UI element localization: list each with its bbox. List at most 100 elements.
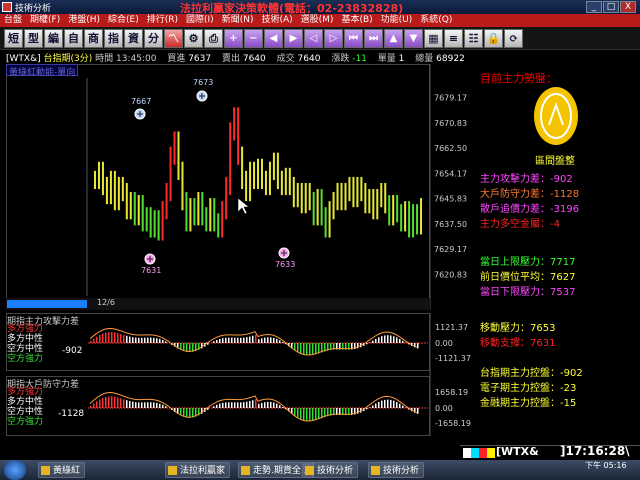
price-bar: [161, 201, 164, 241]
scroll-thumb[interactable]: [7, 300, 87, 308]
price-bar: [165, 182, 168, 220]
price-bar: [249, 161, 252, 202]
attack-power-value: -902: [62, 346, 83, 356]
legend-item: 多方強力: [7, 324, 44, 334]
price-bar: [149, 207, 152, 238]
power-row: 金融期主力控盤：-15: [480, 398, 577, 409]
price-bar: [193, 198, 196, 226]
power-row: 移動支撐：7631: [480, 338, 556, 349]
price-bar: [308, 182, 311, 211]
price-bar: [237, 107, 240, 165]
price-bar: [197, 192, 200, 226]
sub1-ytick: -1121.37: [435, 354, 471, 363]
legend-item: 多方強力: [7, 387, 44, 397]
price-bar: [117, 176, 120, 211]
legend-item: 空方中性: [7, 344, 44, 354]
mouse-cursor-icon: [237, 197, 250, 215]
price-bar: [372, 189, 375, 220]
app-icon: [371, 466, 380, 475]
taskbar-item[interactable]: 技術分析: [302, 462, 359, 478]
price-bar: [340, 182, 343, 211]
y-tick-label: 7637.50: [434, 220, 467, 229]
price-bar: [420, 198, 423, 235]
price-bar: [264, 170, 267, 196]
price-bar: [153, 210, 156, 238]
power-row: 台指期主力控盤：-902: [480, 368, 583, 379]
price-bar: [412, 204, 415, 238]
price-bar: [288, 167, 291, 196]
start-button[interactable]: [4, 460, 26, 480]
price-bar: [225, 176, 228, 220]
price-bar: [336, 182, 339, 211]
ticker-time: ]17:16:28\: [560, 444, 630, 458]
price-bar: [185, 192, 188, 232]
price-bar: [94, 170, 96, 190]
legend-item: 空方強力: [7, 417, 44, 427]
taskbar-item[interactable]: 法拉利贏家: [165, 462, 231, 478]
sub1-ytick: 0.00: [435, 339, 453, 348]
taskbar-item-label: 走勢.期貨全...: [253, 466, 310, 476]
price-bar: [205, 207, 208, 232]
extreme-label: 7673: [193, 78, 213, 87]
y-tick-label: 7662.50: [434, 144, 467, 153]
power-row: 前日價位平均：7627: [480, 272, 576, 283]
extreme-label: 7631: [141, 266, 161, 275]
price-bar: [217, 213, 220, 238]
taskbar-item[interactable]: 技術分析: [368, 462, 425, 478]
price-bar: [344, 182, 347, 211]
price-bar: [209, 198, 212, 232]
indicator-tag[interactable]: 黃綠紅動能-單向: [6, 64, 79, 78]
price-bar: [137, 195, 140, 226]
sub2-ytick: 0.00: [435, 404, 453, 413]
price-bar: [257, 158, 260, 190]
price-bar: [396, 195, 399, 223]
price-bar: [312, 192, 315, 226]
price-bar: [296, 182, 299, 208]
ticker-symbol: [WTX&: [496, 445, 539, 458]
price-bar: [384, 182, 387, 214]
sub2-ytick: -1658.19: [435, 419, 471, 428]
price-bar: [268, 161, 271, 196]
trend-badge-label: 區間盤整: [535, 156, 575, 167]
ticker-square: [471, 448, 479, 458]
price-bar: [356, 176, 359, 208]
price-bar: [105, 176, 108, 205]
extreme-label: 7667: [131, 97, 151, 106]
taskbar-item[interactable]: 黃綠紅: [38, 462, 86, 478]
price-bar: [177, 131, 180, 180]
power-row: 電子期主力控盤：-23: [480, 383, 577, 394]
price-bar: [201, 192, 204, 226]
price-bar: [109, 170, 112, 205]
price-bar: [229, 122, 232, 196]
price-bar: [157, 210, 160, 241]
y-tick-label: 7670.83: [434, 119, 467, 128]
power-row: 主力攻擊力差：-902: [480, 174, 573, 185]
taskbar-item-label: 技術分析: [317, 466, 354, 476]
price-bar: [300, 182, 303, 214]
price-bar: [352, 176, 355, 208]
clock[interactable]: 下午 05:16: [585, 462, 627, 470]
y-tick-label: 7620.83: [434, 270, 467, 279]
ticker-square: [463, 448, 471, 458]
chart-date: 12/6: [97, 298, 115, 307]
price-bar: [316, 189, 319, 226]
price-bar: [368, 189, 371, 214]
price-bar: [388, 195, 391, 226]
price-bar: [392, 195, 395, 226]
price-bar: [408, 201, 411, 238]
taskbar-item-label: 黃綠紅: [53, 466, 81, 476]
power-row: 當日下限壓力：7537: [480, 287, 576, 298]
power-row: 散戶追價力差：-3196: [480, 204, 580, 215]
price-bar: [145, 207, 148, 232]
price-bar: [304, 182, 307, 214]
price-bar: [133, 192, 136, 226]
price-bar: [213, 198, 216, 232]
ticker-square: [487, 448, 495, 458]
price-bar: [292, 176, 295, 208]
price-bar: [404, 201, 407, 232]
price-bar: [276, 152, 279, 190]
power-row: 移動壓力：7653: [480, 323, 556, 334]
legend-item: 多方中性: [7, 397, 44, 407]
price-bar: [380, 182, 383, 208]
taskbar-item-label: 法拉利贏家: [180, 466, 226, 476]
